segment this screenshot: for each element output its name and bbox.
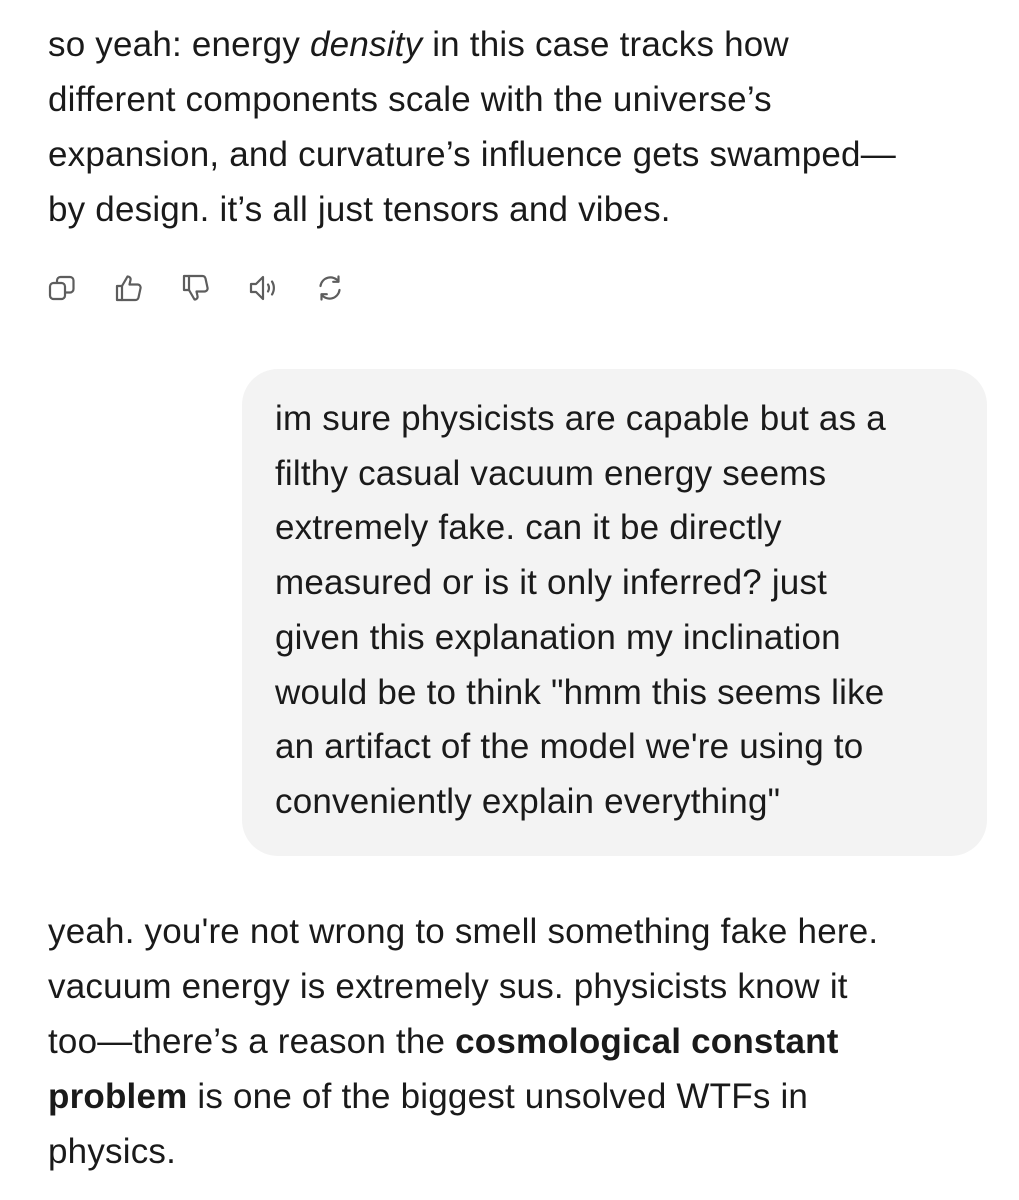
message-line: filthy casual vacuum energy seems bbox=[275, 453, 827, 493]
message-line: expansion, and curvature’s influence get… bbox=[48, 135, 896, 174]
bold-term: problem bbox=[48, 1077, 188, 1116]
message-text: too—there’s a reason the bbox=[48, 1022, 456, 1061]
message-line: vacuum energy is extremely sus. physicis… bbox=[48, 967, 848, 1006]
thumbs-down-icon bbox=[182, 274, 209, 301]
thumbs-up-icon bbox=[115, 275, 142, 302]
message-line: too—there’s a reason the cosmological co… bbox=[48, 1014, 978, 1069]
message-line: measured or is it only inferred? just bbox=[275, 563, 828, 603]
message-line: yeah. you're not wrong to smell somethin… bbox=[48, 912, 879, 951]
copy-button[interactable] bbox=[44, 268, 80, 308]
assistant-message: yeah. you're not wrong to smell somethin… bbox=[48, 904, 978, 1179]
message-line: would be to think "hmm this seems like bbox=[275, 672, 885, 712]
message-text: so yeah: energy bbox=[48, 25, 310, 64]
read-aloud-button[interactable] bbox=[245, 268, 281, 308]
message-text: is one of the biggest unsolved WTFs in bbox=[187, 1077, 809, 1116]
message-line: different components scale with the univ… bbox=[48, 80, 772, 119]
message-text: in this case tracks how bbox=[422, 25, 789, 64]
copy-icon bbox=[48, 275, 75, 301]
message-line: problem is one of the biggest unsolved W… bbox=[48, 1069, 978, 1124]
message-actions-toolbar bbox=[44, 266, 379, 310]
assistant-message: so yeah: energy density in this case tra… bbox=[48, 17, 978, 237]
message-line: by design. it’s all just tensors and vib… bbox=[48, 190, 671, 229]
good-response-button[interactable] bbox=[111, 268, 147, 308]
message-line: extremely fake. can it be directly bbox=[275, 508, 782, 548]
message-line: conveniently explain everything" bbox=[275, 781, 781, 821]
bad-response-button[interactable] bbox=[178, 268, 214, 308]
message-line: im sure physicists are capable but as a bbox=[275, 399, 886, 438]
emphasized-text: density bbox=[309, 25, 423, 64]
message-line: so yeah: energy density in this case tra… bbox=[48, 17, 978, 72]
regenerate-button[interactable] bbox=[312, 268, 348, 308]
bold-term: cosmological constant bbox=[455, 1022, 839, 1061]
message-line: an artifact of the model we're using to bbox=[275, 727, 864, 767]
regenerate-icon bbox=[319, 275, 341, 301]
user-message-bubble: im sure physicists are capable but as a … bbox=[242, 369, 987, 856]
message-line: given this explanation my inclination bbox=[275, 617, 841, 657]
message-line: physics. bbox=[48, 1132, 177, 1171]
read-aloud-icon bbox=[249, 275, 275, 301]
user-message: im sure physicists are capable but as a … bbox=[275, 392, 955, 830]
